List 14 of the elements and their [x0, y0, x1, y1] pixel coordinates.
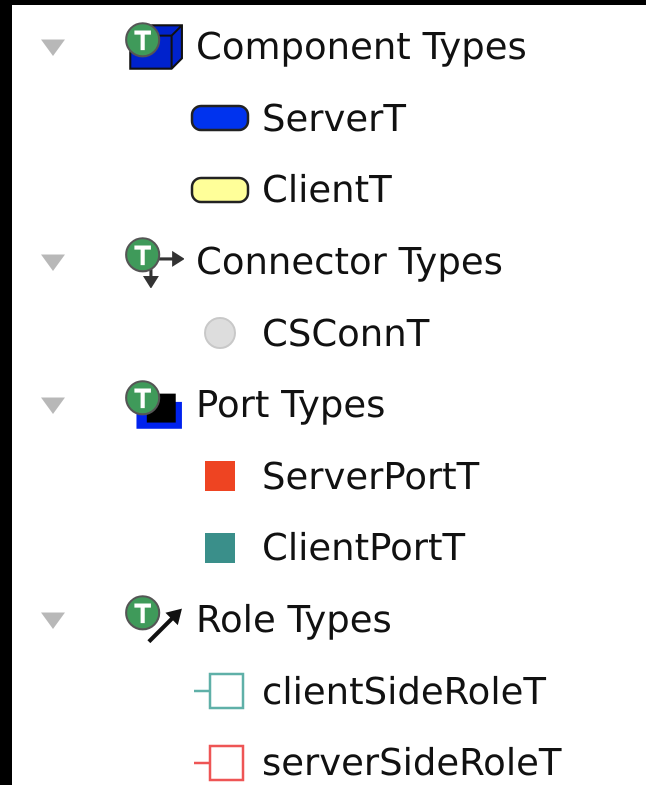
- type-label[interactable]: serverSideRoleT: [262, 741, 562, 784]
- category-label[interactable]: Port Types: [196, 383, 386, 426]
- type-label[interactable]: CSConnT: [262, 312, 430, 355]
- type-port-icon: [122, 378, 184, 431]
- category-label[interactable]: Component Types: [196, 25, 527, 68]
- type-label[interactable]: ServerPortT: [262, 454, 480, 498]
- type-label[interactable]: clientSideRoleT: [262, 670, 546, 713]
- type-label[interactable]: ServerT: [262, 96, 406, 140]
- type-label[interactable]: ClientT: [262, 168, 392, 212]
- type-label[interactable]: ClientPortT: [262, 526, 466, 570]
- type-connector-icon: [122, 236, 184, 288]
- type-role-icon: [122, 594, 184, 646]
- category-label[interactable]: Role Types: [196, 598, 392, 642]
- category-label[interactable]: Connector Types: [196, 240, 503, 284]
